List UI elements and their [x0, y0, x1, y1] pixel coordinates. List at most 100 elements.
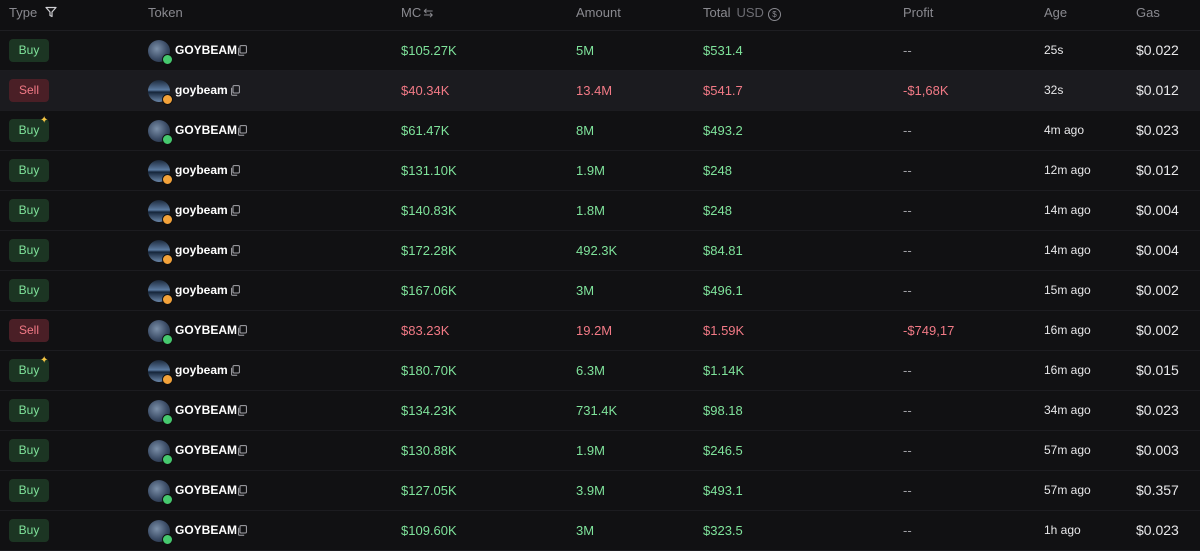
mc-value: $83.23K [401, 323, 450, 338]
age-value: 16m ago [1044, 323, 1091, 337]
table-row[interactable]: Buy goybeam $140.83K 1.8M $248 -- 14m ag… [0, 191, 1200, 231]
chain-badge-icon [162, 334, 173, 345]
mc-value: $105.27K [401, 43, 457, 58]
mc-value: $40.34K [401, 83, 450, 98]
amount-value: 1.9M [576, 443, 605, 458]
copy-icon[interactable] [230, 245, 240, 256]
copy-icon[interactable] [230, 365, 240, 376]
copy-icon[interactable] [237, 405, 247, 416]
profit-value: -- [903, 163, 912, 178]
column-header-total[interactable]: Total USD $ [703, 0, 781, 26]
column-header-profit-label: Profit [903, 5, 934, 20]
token-name: GOYBEAM [175, 443, 238, 457]
buy-badge: Buy [9, 399, 49, 422]
chain-badge-icon [162, 414, 173, 425]
mc-value: $134.23K [401, 403, 457, 418]
table-row[interactable]: Buy ✦ goybeam $180.70K 6.3M $1.14K -- 16… [0, 351, 1200, 391]
column-header-mc[interactable]: MC ⇆ [401, 0, 433, 26]
copy-icon[interactable] [237, 125, 247, 136]
token-name: GOYBEAM [175, 523, 238, 537]
copy-icon[interactable] [230, 85, 240, 96]
table-row[interactable]: Buy goybeam $167.06K 3M $496.1 -- 15m ag… [0, 271, 1200, 311]
buy-badge: Buy [9, 159, 49, 182]
age-value: 4m ago [1044, 123, 1085, 137]
copy-icon[interactable] [230, 165, 240, 176]
table-row[interactable]: Buy goybeam $172.28K 492.3K $84.81 -- 14… [0, 231, 1200, 271]
mc-value: $140.83K [401, 203, 457, 218]
profit-value: -$1,68K [903, 83, 949, 98]
copy-icon[interactable] [237, 325, 247, 336]
age-value: 32s [1044, 83, 1064, 97]
table-row[interactable]: Sell GOYBEAM $83.23K 19.2M $1.59K -$749,… [0, 311, 1200, 351]
copy-icon[interactable] [237, 485, 247, 496]
column-header-total-label: Total [703, 5, 731, 20]
chain-badge-icon [162, 534, 173, 545]
chain-badge-icon [162, 454, 173, 465]
column-header-gas-label: Gas [1136, 5, 1160, 20]
profit-value: -- [903, 243, 912, 258]
total-value: $496.1 [703, 283, 743, 298]
column-header-gas: Gas [1136, 0, 1160, 26]
total-value: $248 [703, 163, 732, 178]
funnel-icon[interactable] [45, 6, 57, 18]
column-header-type[interactable]: Type [9, 0, 57, 26]
total-value: $1.59K [703, 323, 745, 338]
table-row[interactable]: Buy GOYBEAM $134.23K 731.4K $98.18 -- 34… [0, 391, 1200, 431]
sparkle-icon: ✦ [40, 115, 49, 126]
chain-badge-icon [162, 134, 173, 145]
profit-value: -- [903, 283, 912, 298]
token-name: goybeam [175, 163, 228, 177]
column-header-age: Age [1044, 0, 1067, 26]
token-name: GOYBEAM [175, 43, 238, 57]
usd-icon[interactable]: $ [767, 8, 781, 21]
amount-value: 19.2M [576, 323, 613, 338]
copy-icon[interactable] [237, 445, 247, 456]
swap-icon[interactable]: ⇆ [423, 0, 433, 26]
trades-table-body: Buy GOYBEAM $105.27K 5M $531.4 -- 25s $0… [0, 31, 1200, 551]
table-row[interactable]: Buy goybeam $131.10K 1.9M $248 -- 12m ag… [0, 151, 1200, 191]
sell-badge: Sell [9, 319, 49, 342]
token-name: goybeam [175, 363, 228, 377]
token-name: GOYBEAM [175, 123, 238, 137]
amount-value: 8M [576, 123, 595, 138]
age-value: 14m ago [1044, 203, 1091, 217]
copy-icon[interactable] [237, 525, 247, 536]
table-row[interactable]: Buy ✦ GOYBEAM $61.47K 8M $493.2 -- 4m ag… [0, 111, 1200, 151]
gas-value: $0.357 [1136, 482, 1179, 498]
chain-badge-icon [162, 294, 173, 305]
mc-value: $131.10K [401, 163, 457, 178]
amount-value: 6.3M [576, 363, 605, 378]
mc-value: $180.70K [401, 363, 457, 378]
buy-badge: Buy [9, 39, 49, 62]
mc-value: $109.60K [401, 523, 457, 538]
gas-value: $0.004 [1136, 202, 1179, 218]
profit-value: -- [903, 403, 912, 418]
age-value: 1h ago [1044, 523, 1081, 537]
buy-badge: Buy [9, 519, 49, 542]
profit-value: -- [903, 43, 912, 58]
column-header-profit: Profit [903, 0, 933, 26]
total-value: $493.1 [703, 483, 743, 498]
profit-value: -- [903, 483, 912, 498]
age-value: 12m ago [1044, 163, 1091, 177]
chain-badge-icon [162, 54, 173, 65]
gas-value: $0.023 [1136, 402, 1179, 418]
copy-icon[interactable] [230, 205, 240, 216]
column-header-token: Token [148, 0, 183, 26]
total-value: $248 [703, 203, 732, 218]
copy-icon[interactable] [237, 45, 247, 56]
chain-badge-icon [162, 494, 173, 505]
table-row[interactable]: Buy GOYBEAM $109.60K 3M $323.5 -- 1h ago… [0, 511, 1200, 551]
copy-icon[interactable] [230, 285, 240, 296]
token-name: goybeam [175, 83, 228, 97]
token-name: GOYBEAM [175, 403, 238, 417]
table-row[interactable]: Buy GOYBEAM $105.27K 5M $531.4 -- 25s $0… [0, 31, 1200, 71]
age-value: 57m ago [1044, 443, 1091, 457]
table-row[interactable]: Buy GOYBEAM $127.05K 3.9M $493.1 -- 57m … [0, 471, 1200, 511]
table-row[interactable]: Buy GOYBEAM $130.88K 1.9M $246.5 -- 57m … [0, 431, 1200, 471]
table-row[interactable]: Sell goybeam $40.34K 13.4M $541.7 -$1,68… [0, 71, 1200, 111]
sell-badge: Sell [9, 79, 49, 102]
token-name: goybeam [175, 243, 228, 257]
chain-badge-icon [162, 254, 173, 265]
profit-value: -- [903, 203, 912, 218]
